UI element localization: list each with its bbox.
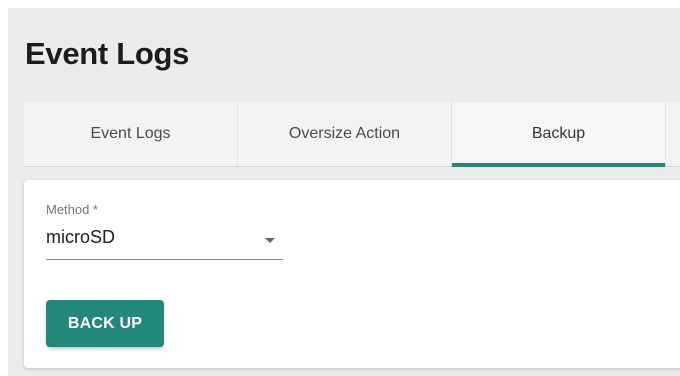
page-title: Event Logs [25,36,190,71]
tab-oversize-action[interactable]: Oversize Action [238,102,452,166]
tab-label: Backup [531,125,586,142]
method-select[interactable]: Method * microSD [46,200,283,260]
tab-backup[interactable]: Backup [452,102,666,167]
tab-bar: Event Logs Oversize Action Backup [24,102,680,167]
method-value: microSD [46,227,116,247]
method-underline [46,259,283,260]
chevron-down-icon[interactable] [265,238,275,243]
tab-label: Oversize Action [288,125,401,142]
backup-button[interactable]: BACK UP [46,300,164,347]
tab-event-logs[interactable]: Event Logs [24,102,238,166]
page-content: Event Logs Event Logs Oversize Action Ba… [8,8,680,376]
tab-label: Event Logs [90,125,171,142]
tab-bar-filler [666,102,680,166]
backup-card: Method * microSD BACK UP [24,180,680,368]
method-label: Method * [46,202,99,217]
